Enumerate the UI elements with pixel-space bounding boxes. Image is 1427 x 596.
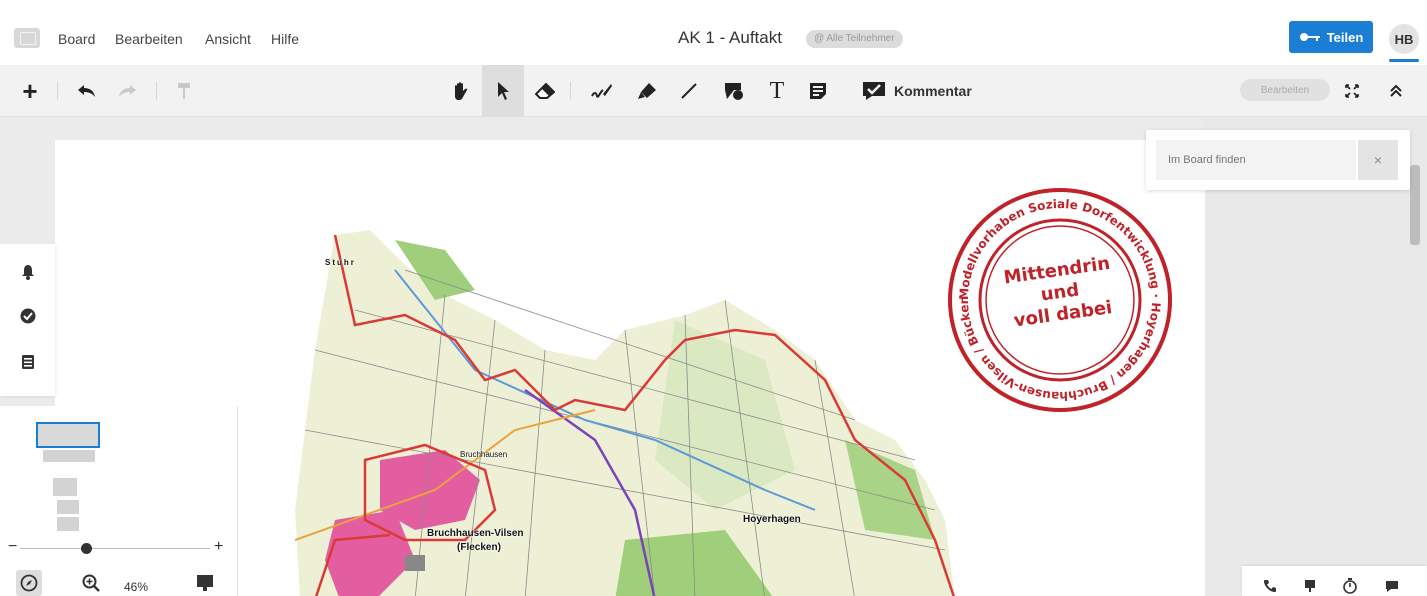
comment-label: Kommentar	[894, 83, 972, 99]
pointer-icon[interactable]	[482, 65, 524, 117]
pen-icon[interactable]	[587, 65, 617, 117]
share-label: Teilen	[1326, 29, 1364, 45]
navigator-panel: − + 46%	[0, 406, 238, 596]
call-bar	[1242, 566, 1427, 596]
redo-icon[interactable]	[112, 65, 144, 117]
undo-icon[interactable]	[70, 65, 102, 117]
search-input[interactable]	[1156, 140, 1356, 180]
navigator-thumbnail[interactable]	[43, 450, 95, 462]
side-panel	[0, 244, 55, 396]
menu-board[interactable]: Board	[58, 31, 95, 47]
edit-button[interactable]: Bearbeiten	[1240, 79, 1330, 101]
map-label-hoyerhagen: Hoyerhagen	[743, 514, 801, 525]
shapes-icon[interactable]	[718, 65, 750, 117]
app-logo-icon[interactable]	[14, 28, 40, 48]
map-label-bruchhausen-vilsen: Bruchhausen-Vilsen	[427, 528, 524, 539]
toolbar-divider	[57, 82, 58, 100]
text-icon[interactable]: T	[764, 65, 790, 117]
chat-icon[interactable]	[1382, 576, 1402, 596]
toolbar-divider	[570, 82, 571, 100]
map-label-stuhr: Stuhr	[325, 258, 356, 267]
line-icon[interactable]	[674, 65, 704, 117]
close-icon[interactable]: ×	[1358, 140, 1398, 180]
zoom-icon[interactable]	[78, 570, 104, 596]
participants-badge[interactable]: @ Alle Teilnehmer	[806, 30, 903, 48]
avatar-underline	[1389, 59, 1419, 62]
fullscreen-icon[interactable]	[1340, 65, 1364, 117]
marker-icon[interactable]	[632, 65, 662, 117]
key-icon	[1299, 33, 1320, 41]
board-title[interactable]: AK 1 - Auftakt	[678, 28, 782, 48]
hand-icon[interactable]	[446, 65, 476, 117]
format-painter-icon[interactable]	[168, 65, 200, 117]
timer-icon[interactable]	[1340, 576, 1360, 596]
menu-hilfe[interactable]: Hilfe	[271, 31, 299, 47]
eraser-icon[interactable]	[530, 65, 560, 117]
sticky-note-icon[interactable]	[804, 65, 832, 117]
check-circle-icon[interactable]	[18, 306, 38, 326]
menu-ansicht[interactable]: Ansicht	[205, 31, 251, 47]
add-icon[interactable]: +	[14, 65, 46, 117]
vertical-scrollbar[interactable]	[1410, 165, 1420, 245]
zoom-level: 46%	[124, 580, 149, 594]
zoom-slider-knob[interactable]	[81, 543, 92, 554]
map-label-flecken: (Flecken)	[457, 542, 501, 553]
bell-icon[interactable]	[18, 262, 38, 282]
zoom-slider-track[interactable]	[20, 548, 210, 549]
avatar[interactable]: HB	[1389, 24, 1419, 54]
menu-bearbeiten[interactable]: Bearbeiten	[115, 31, 183, 47]
comment-tool[interactable]: Kommentar	[862, 65, 992, 117]
present-icon[interactable]	[192, 570, 218, 596]
toolbar: + T Kommentar Bearbeiten	[0, 65, 1427, 117]
navigator-thumbnail[interactable]	[53, 478, 77, 496]
phone-icon[interactable]	[1260, 576, 1280, 596]
zoom-in-button[interactable]: +	[214, 538, 223, 556]
list-icon[interactable]	[18, 352, 38, 372]
zoom-out-button[interactable]: −	[8, 538, 17, 556]
share-button[interactable]: Teilen	[1289, 21, 1373, 53]
collapse-icon[interactable]	[1384, 65, 1408, 117]
toolbar-divider	[156, 82, 157, 100]
map-label-bruchhausen: Bruchhausen	[460, 450, 508, 459]
navigator-thumbnail[interactable]	[57, 500, 79, 514]
presentation-icon[interactable]	[1300, 576, 1320, 596]
navigator-thumbnail-selected[interactable]	[36, 422, 100, 448]
comment-icon	[863, 82, 885, 100]
navigator-toolbar: 46%	[0, 566, 238, 596]
navigator-thumbnail[interactable]	[57, 517, 79, 531]
compass-icon[interactable]	[16, 570, 42, 596]
